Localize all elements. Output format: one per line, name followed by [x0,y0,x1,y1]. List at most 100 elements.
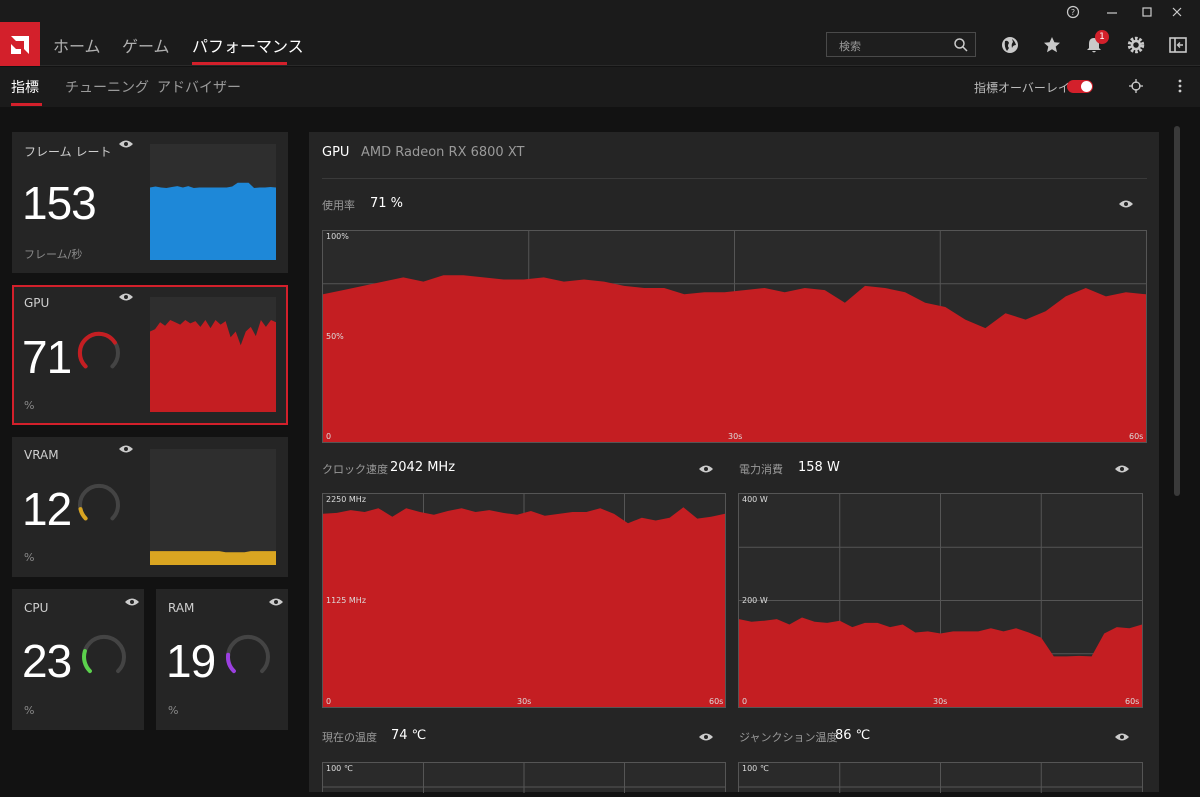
more-options-icon[interactable] [1172,78,1188,94]
gauge-track [78,484,120,521]
power-y-mid: 200 W [742,596,768,605]
usage-area [323,275,1146,442]
clock-label: クロック速度 [322,463,388,476]
temp-label: 現在の温度 [322,731,377,744]
active-subtab-indicator [11,103,42,106]
amd-logo[interactable] [0,22,40,66]
globe-icon[interactable] [1000,35,1020,55]
power-x-mid: 30s [933,697,948,706]
notification-badge: 1 [1095,30,1109,44]
divider [322,178,1147,179]
eye-icon[interactable] [118,139,134,149]
toggle-knob [1081,81,1092,92]
power-label: 電力消費 [739,463,783,476]
eye-icon[interactable] [268,597,284,607]
device-name: AMD Radeon RX 6800 XT [361,145,525,160]
nav-tab-games[interactable]: ゲーム [122,33,170,57]
clock-area [323,507,725,707]
vram-gauge [78,484,120,521]
eye-icon[interactable] [1114,732,1130,742]
nav-tab-performance[interactable]: パフォーマンス [192,33,304,57]
vram-label: VRAM [24,448,59,462]
nav-tab-home[interactable]: ホーム [53,33,101,57]
power-y-top: 400 W [742,495,768,504]
settings-gear-icon[interactable] [1126,35,1146,55]
top-nav-bar [0,22,1200,66]
eye-icon[interactable] [1118,199,1134,209]
gauge-track [82,634,126,674]
usage-value: 71 % [370,196,404,211]
gauge-fill [78,507,88,521]
cpu-label: CPU [24,601,49,615]
junction-graph [738,762,1143,793]
usage-label: 使用率 [322,199,355,212]
junction-value: 86 ℃ [835,728,871,743]
cpu-gauge [82,634,126,674]
ram-label: RAM [168,601,195,615]
gpu-area [150,320,276,412]
gpu-unit: % [24,399,35,412]
gauge-track [226,634,270,674]
temp-graph [322,762,726,793]
vram-value: 12 [22,483,72,535]
cpu-value: 23 [22,635,72,687]
ram-value: 19 [166,635,216,687]
vram-area [150,551,276,565]
active-tab-indicator [192,62,287,65]
power-value: 158 W [798,460,840,475]
eye-icon[interactable] [118,292,134,302]
eye-icon[interactable] [118,444,134,454]
clock-x0: 0 [326,697,332,706]
power-graph [738,493,1143,708]
framerate-area [150,182,276,260]
ram-gauge [226,634,270,674]
framerate-unit: フレーム/秒 [24,248,83,261]
subtab-advisor[interactable]: アドバイザー [157,77,241,97]
favorites-star-icon[interactable] [1042,35,1062,55]
power-x0: 0 [742,697,748,706]
gpu-mini-chart [150,297,276,412]
temp-y-top: 100 ℃ [326,764,353,773]
framerate-label: フレーム レート [24,145,112,159]
gpu-value: 71 [22,331,72,383]
clock-x-end: 60s [709,697,724,706]
eye-icon[interactable] [698,732,714,742]
junction-label: ジャンクション温度 [739,731,838,744]
subtab-metrics[interactable]: 指標 [11,77,39,97]
power-x-end: 60s [1125,697,1140,706]
clock-x-mid: 30s [517,697,532,706]
svg-text:?: ? [1071,8,1075,17]
cpu-unit: % [24,704,35,717]
eye-icon[interactable] [698,464,714,474]
help-icon[interactable]: ? [1066,5,1080,19]
clock-graph [322,493,726,708]
usage-y-top: 100% [326,232,349,241]
eye-icon[interactable] [124,597,140,607]
maximize-icon[interactable] [1140,5,1154,19]
minimize-icon[interactable] [1105,5,1119,19]
framerate-value: 153 [22,177,97,229]
sidebar-panel-icon[interactable] [1168,35,1188,55]
usage-x-mid: 30s [728,432,743,441]
title-bar [0,0,1200,22]
subtab-tuning[interactable]: チューニング [65,77,149,97]
clock-y-mid: 1125 MHz [326,596,367,605]
crosshair-icon[interactable] [1128,78,1144,94]
usage-x-end: 60s [1129,432,1144,441]
clock-y-top: 2250 MHz [326,495,367,504]
usage-graph [322,230,1147,443]
clock-value: 2042 MHz [390,460,456,475]
scrollbar[interactable] [1174,126,1180,496]
gauge-fill [82,649,92,674]
vram-mini-chart [150,449,276,565]
search-icon[interactable] [953,37,969,53]
eye-icon[interactable] [1114,464,1130,474]
usage-x0: 0 [326,432,332,441]
search-placeholder: 検索 [839,40,861,53]
framerate-mini-chart [150,144,276,260]
gauge-fill [77,331,117,369]
junction-y-top: 100 ℃ [742,764,769,773]
panel-title: GPU [322,145,350,160]
search-input[interactable]: 検索 [826,32,976,57]
close-icon[interactable] [1170,5,1184,19]
